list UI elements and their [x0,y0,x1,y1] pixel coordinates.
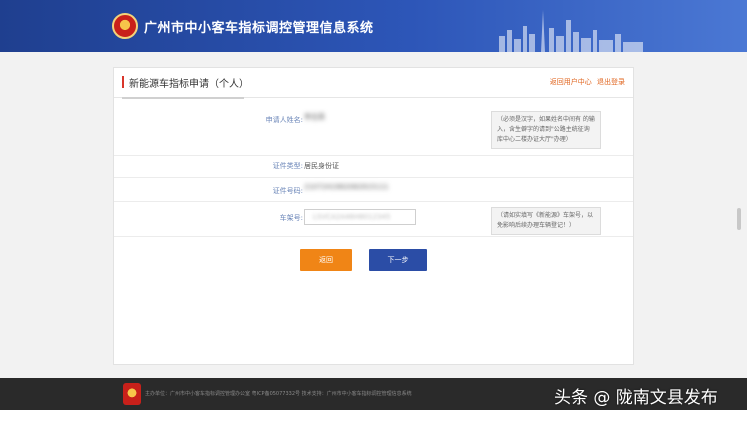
application-card: 新能源车指标申请（个人） 返回用户中心 退出登录 申请人姓名: 李志英 （必须是… [113,67,634,365]
divider [114,201,633,202]
scroll-edge-indicator [737,208,741,230]
applicant-name-value: 李志英 [304,113,325,121]
divider [114,155,633,156]
divider [114,236,633,237]
system-title: 广州市中小客车指标调控管理信息系统 [144,21,374,36]
title-underline [122,97,244,99]
watermark-text: 头条 @ 陇南文县发布 [554,388,718,408]
id-type-value: 居民身份证 [304,162,339,170]
next-step-button[interactable]: 下一步 [369,249,427,271]
footer-emblem-icon [123,383,141,405]
id-type-label: 证件类型: [272,162,303,170]
city-skyline-icon [499,10,643,52]
footer-text: 主办单位：广州市中小客车指标调控管理办公室 粤ICP备05077332号 技术支… [145,391,412,397]
header-links: 返回用户中心 退出登录 [547,77,625,87]
vehicle-frame-hint: （请如实填写《新能源》车架号，以免影响后续办理车辆登记！） [491,207,601,235]
logout-link[interactable]: 退出登录 [597,78,625,86]
applicant-name-label: 申请人姓名: [265,116,303,124]
name-hint: （必须是汉字，如果姓名中间有 的输入，含生僻字的请到"公路主统征询库中心二楼办证… [491,111,601,149]
page: 广州市中小客车指标调控管理信息系统 新能源车指标申请（个人） 返回用户中心 退出… [0,0,747,421]
divider [114,177,633,178]
emblem-logo-icon [112,13,138,39]
vehicle-frame-input[interactable]: LSVCA2A46H8012345 [304,209,416,225]
id-number-value: 2107241982082915111 [304,183,389,191]
card-header: 新能源车指标申请（个人） 返回用户中心 退出登录 [114,68,633,99]
header-bar: 广州市中小客车指标调控管理信息系统 [0,0,747,52]
id-number-label: 证件号码: [272,187,303,195]
back-button[interactable]: 返回 [300,249,352,271]
vehicle-frame-input-value: LSVCA2A46H8012345 [313,213,391,221]
bottom-strip [0,410,747,421]
title-accent-bar [122,76,124,88]
user-center-link[interactable]: 返回用户中心 [550,78,592,86]
card-title: 新能源车指标申请（个人） [129,79,249,90]
vehicle-frame-label: 车架号: [279,214,303,222]
